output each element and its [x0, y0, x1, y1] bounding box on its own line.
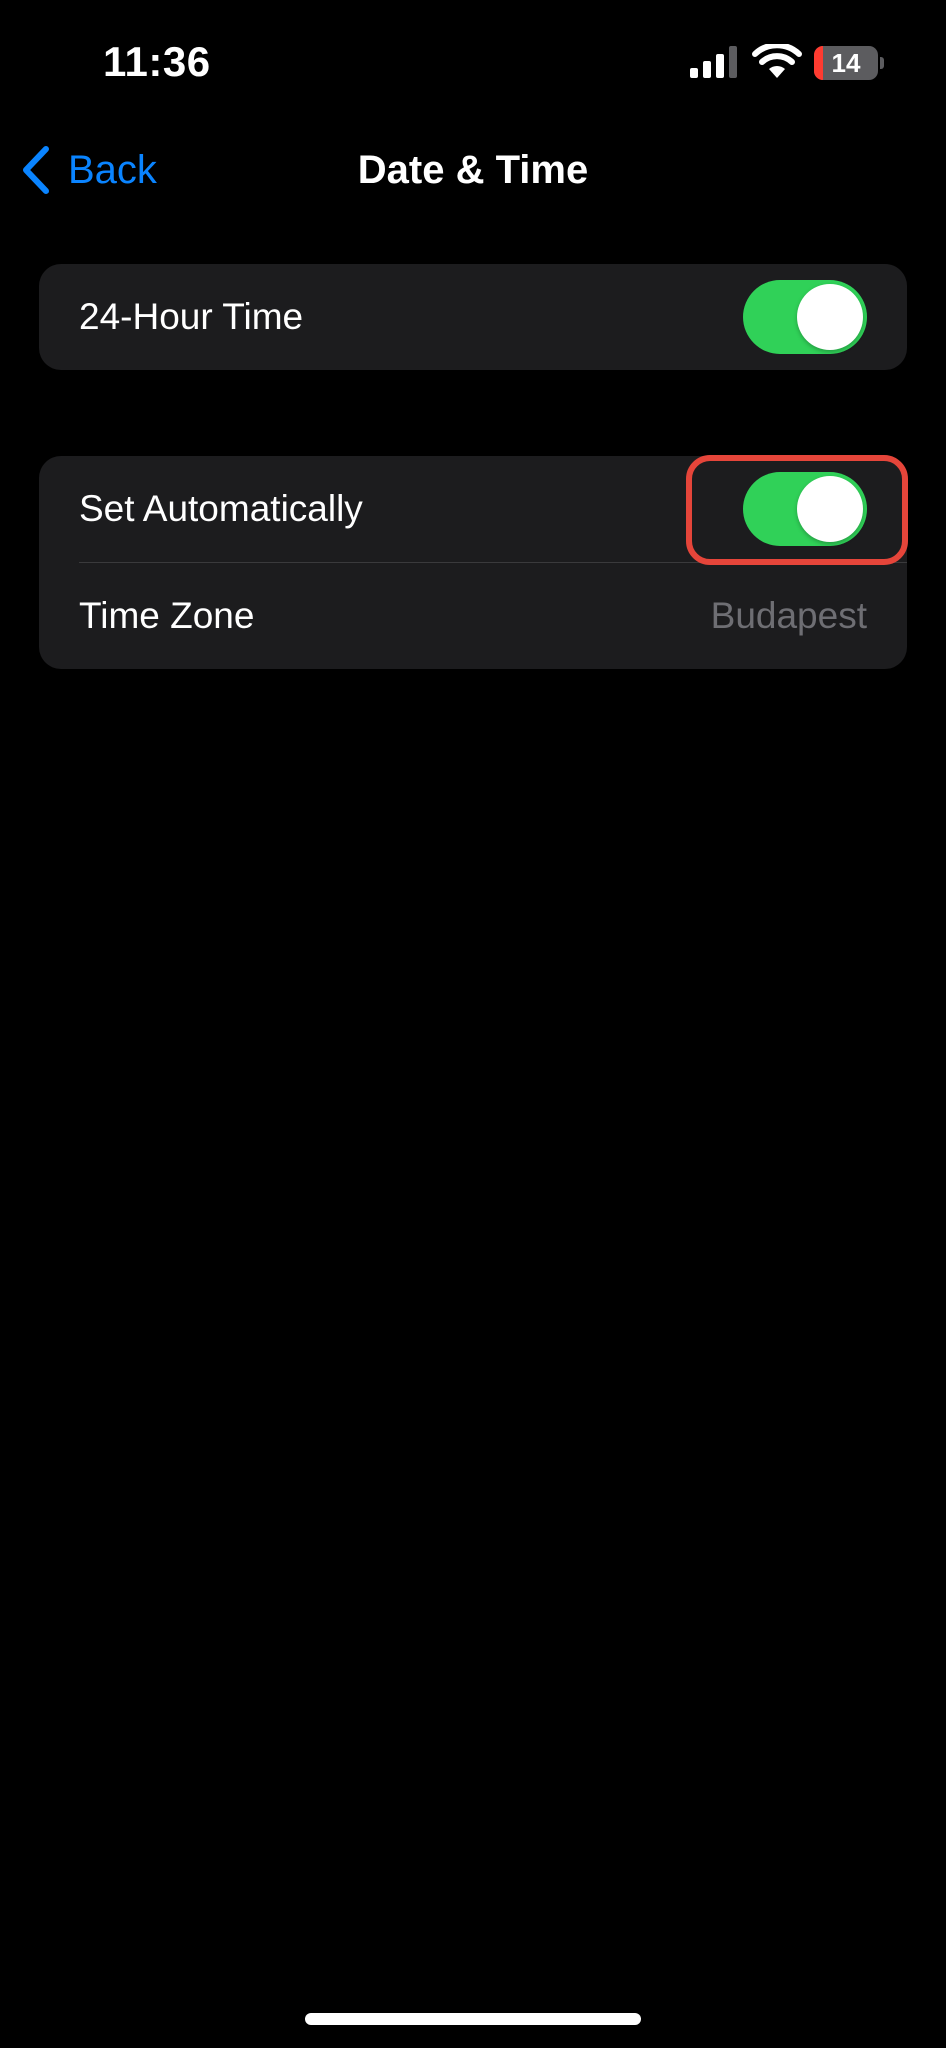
status-time: 11:36 [103, 38, 211, 85]
time-zone-value: Budapest [710, 595, 867, 636]
battery-body: 14 [814, 46, 878, 80]
battery-nub [880, 57, 884, 69]
battery-icon: 14 [814, 46, 884, 80]
toggle-set-automatically[interactable] [743, 472, 867, 546]
cellular-signal-icon [690, 46, 737, 78]
toggle-24-hour-time[interactable] [743, 280, 867, 354]
row-set-automatically: Set Automatically [39, 456, 907, 562]
row-24-hour-time: 24-Hour Time [39, 264, 907, 370]
navigation-bar: Back Date & Time [0, 120, 946, 220]
row-label-set-automatically: Set Automatically [79, 488, 363, 529]
toggle-knob [797, 476, 863, 542]
row-label-24-hour-time: 24-Hour Time [79, 296, 304, 337]
battery-level: 14 [831, 48, 861, 78]
status-bar: 11:36 14 [0, 0, 946, 120]
home-indicator[interactable] [305, 2013, 641, 2025]
settings-group-time-format: 24-Hour Time [39, 264, 907, 370]
settings-group-auto-time: Set Automatically Time Zone Budapest [39, 456, 907, 669]
toggle-knob [797, 284, 863, 350]
row-time-zone[interactable]: Time Zone Budapest [39, 563, 907, 669]
page-title: Date & Time [357, 148, 589, 192]
row-label-time-zone: Time Zone [79, 595, 255, 636]
wifi-icon [752, 44, 802, 78]
